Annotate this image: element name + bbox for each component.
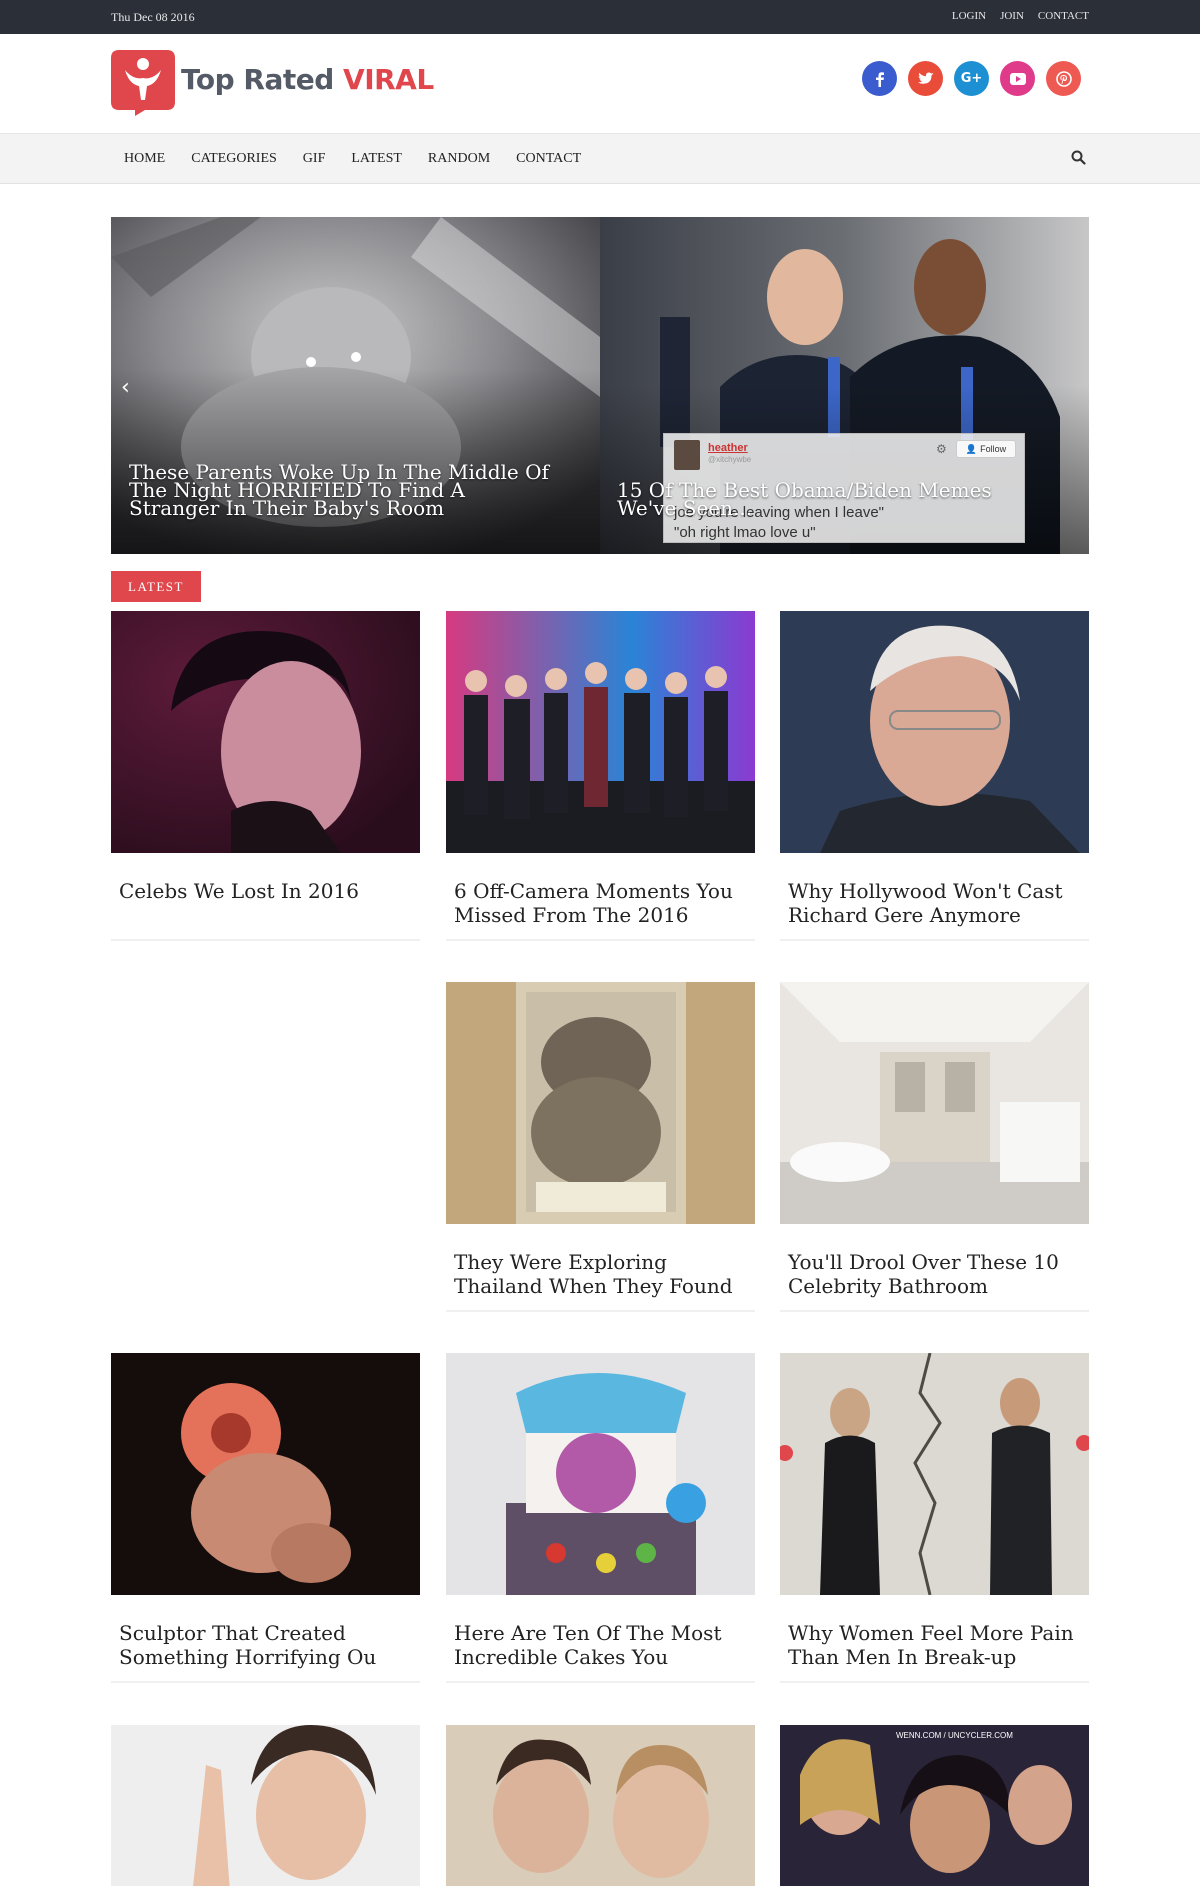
logo-text-top-rated: Top Rated [181,62,334,96]
latest-badge[interactable]: LATEST [111,571,201,602]
article-card[interactable]: WENN.COM / UNCYCLER.COM [780,1725,1089,1886]
article-card[interactable]: Why Women Feel More Pain Than Men In Bre… [780,1353,1089,1683]
slide-title: These Parents Woke Up In The Middle Of T… [129,460,549,520]
article-card[interactable]: Why Hollywood Won't Cast Richard Gere An… [780,611,1089,941]
logo-text: Top Rated VIRAL [181,63,434,96]
article-title[interactable]: Why Women Feel More Pain Than Men In Bre… [780,1595,1089,1683]
site-logo[interactable]: Top Rated VIRAL [111,50,434,116]
nav-item-random[interactable]: RANDOM [415,151,503,167]
nav-item-contact[interactable]: CONTACT [503,151,594,167]
tweet-follow-label: Follow [980,444,1007,454]
top-links: LOGIN JOIN CONTACT [952,10,1089,22]
nav-item-categories[interactable]: CATEGORIES [178,151,290,167]
tweet-avatar [674,440,700,470]
article-title[interactable]: They Were Exploring Thailand When They F… [446,1224,755,1312]
social-icons: G+ [862,61,1081,96]
article-thumbnail[interactable] [446,1353,755,1595]
youtube-icon[interactable] [1000,61,1035,96]
nav-item-latest[interactable]: LATEST [338,151,415,167]
article-thumbnail[interactable] [111,611,420,853]
tweet-line-2: "oh right lmao love u" [674,524,816,541]
tweet-name: heather [708,442,748,454]
celebrities-photo [780,1725,1089,1886]
google-plus-icon[interactable]: G+ [954,61,989,96]
article-thumbnail[interactable] [446,982,755,1224]
tweet-handle: @xitchywbe [708,455,752,464]
article-card[interactable]: Sculptor That Created Something Horrifyi… [111,1353,420,1683]
article-thumbnail[interactable] [111,1725,420,1886]
article-title[interactable]: 6 Off-Camera Moments You Missed From The… [446,853,755,941]
twitter-icon[interactable] [908,61,943,96]
top-bar: Thu Dec 08 2016 LOGIN JOIN CONTACT [0,0,1200,34]
runway-show-photo [446,611,755,853]
site-header: Top Rated VIRAL G+ [0,34,1200,134]
breakup-photo [780,1353,1089,1595]
featured-slider: These Parents Woke Up In The Middle Of T… [111,217,1089,554]
article-card[interactable]: Here Are Ten Of The Most Incredible Cake… [446,1353,755,1683]
cake-photo [446,1353,755,1595]
article-card[interactable]: Celebs We Lost In 2016 [111,611,420,941]
current-date: Thu Dec 08 2016 [111,10,195,24]
nav-menu: HOME CATEGORIES GIF LATEST RANDOM CONTAC… [111,134,594,184]
article-title[interactable]: Celebs We Lost In 2016 [111,853,420,941]
logo-text-viral: VIRAL [343,62,434,96]
tweet-gear-icon: ⚙ [936,442,947,456]
article-card[interactable]: You'll Drool Over These 10 Celebrity Bat… [780,982,1089,1312]
article-thumbnail[interactable] [111,1353,420,1595]
follow-user-icon: 👤 [965,443,978,454]
sculpture-photo [111,1353,420,1595]
main-nav: HOME CATEGORIES GIF LATEST RANDOM CONTAC… [0,134,1200,184]
article-title[interactable]: Sculptor That Created Something Horrifyi… [111,1595,420,1683]
two-boys-photo [446,1725,755,1886]
facebook-icon[interactable] [862,61,897,96]
article-card[interactable] [111,1725,420,1886]
google-plus-glyph: G+ [960,71,983,86]
article-title[interactable]: Here Are Ten Of The Most Incredible Cake… [446,1595,755,1683]
article-thumbnail[interactable]: WENN.COM / UNCYCLER.COM [780,1725,1089,1886]
slider-prev-arrow-icon[interactable]: ‹ [121,375,130,400]
slide-title: 15 Of The Best Obama/Biden Memes We've S… [617,478,992,520]
prince-photo [111,611,420,853]
photo-credit: WENN.COM / UNCYCLER.COM [896,1731,1013,1740]
article-thumbnail[interactable] [446,1725,755,1886]
article-thumbnail[interactable] [780,1353,1089,1595]
article-card[interactable]: 6 Off-Camera Moments You Missed From The… [446,611,755,941]
article-thumbnail[interactable] [780,982,1089,1224]
article-thumbnail[interactable] [446,611,755,853]
nav-item-home[interactable]: HOME [111,151,178,167]
nav-item-gif[interactable]: GIF [290,151,339,167]
join-link[interactable]: JOIN [1000,10,1024,22]
login-link[interactable]: LOGIN [952,10,986,22]
article-thumbnail[interactable] [780,611,1089,853]
article-card[interactable]: They Were Exploring Thailand When They F… [446,982,755,1312]
pinterest-icon[interactable] [1046,61,1081,96]
richard-gere-photo [780,611,1089,853]
smiling-woman-photo [111,1725,420,1886]
article-card[interactable] [446,1725,755,1886]
tweet-follow-button: 👤 Follow [956,440,1016,458]
logo-mark-icon [111,50,175,116]
article-title[interactable]: You'll Drool Over These 10 Celebrity Bat… [780,1224,1089,1312]
article-title[interactable]: Why Hollywood Won't Cast Richard Gere An… [780,853,1089,941]
top-contact-link[interactable]: CONTACT [1038,10,1089,22]
jar-specimen-photo [446,982,755,1224]
featured-slide-obama-biden[interactable]: heather @xitchywbe ⚙ 👤 Follow joe you're … [600,217,1089,554]
search-icon[interactable] [1071,150,1086,170]
featured-slide-baby[interactable]: These Parents Woke Up In The Middle Of T… [111,217,600,554]
bathroom-photo [780,982,1089,1224]
